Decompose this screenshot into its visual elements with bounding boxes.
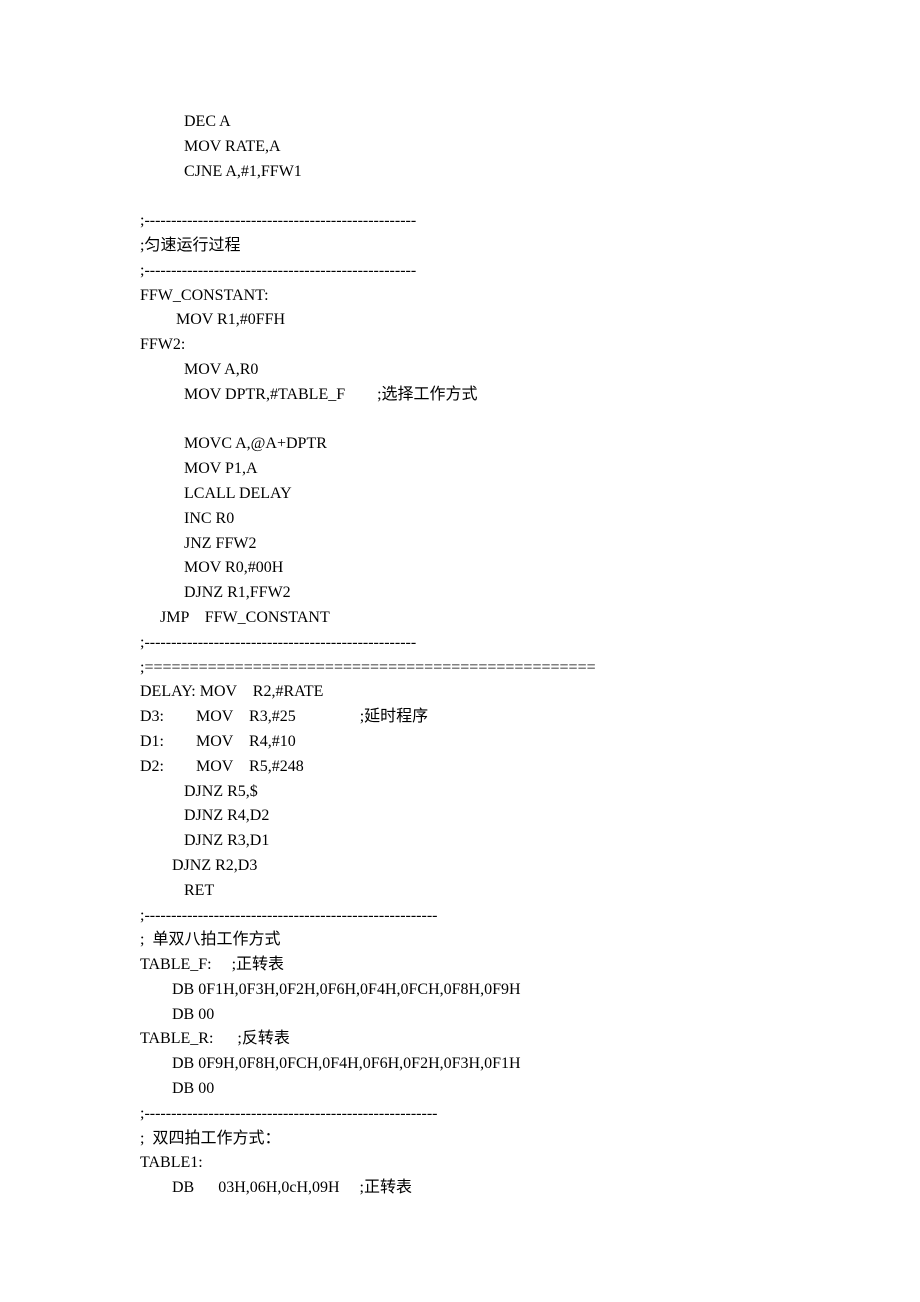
code-line: ;---------------------------------------… — [140, 259, 780, 284]
code-line: DB 03H,06H,0cH,09H ;正转表 — [140, 1176, 780, 1201]
code-line: DJNZ R3,D1 — [140, 829, 780, 854]
code-line: FFW_CONSTANT: — [140, 284, 780, 309]
code-page: DEC A MOV RATE,A CJNE A,#1,FFW1 ;-------… — [0, 0, 920, 1201]
code-line: DEC A — [140, 110, 780, 135]
code-line: DJNZ R2,D3 — [140, 854, 780, 879]
code-line: LCALL DELAY — [140, 482, 780, 507]
code-line: DJNZ R1,FFW2 — [140, 581, 780, 606]
code-line: JMP FFW_CONSTANT — [140, 606, 780, 631]
code-line: ;匀速运行过程 — [140, 234, 780, 259]
code-line: ;---------------------------------------… — [140, 1102, 780, 1127]
code-line: CJNE A,#1,FFW1 — [140, 160, 780, 185]
code-line: ;---------------------------------------… — [140, 631, 780, 656]
code-line: DJNZ R5,$ — [140, 780, 780, 805]
code-line — [140, 408, 780, 433]
code-line: TABLE_F: ;正转表 — [140, 953, 780, 978]
code-line: DELAY: MOV R2,#RATE — [140, 680, 780, 705]
code-line: RET — [140, 879, 780, 904]
code-line: D1: MOV R4,#10 — [140, 730, 780, 755]
code-line: DB 00 — [140, 1077, 780, 1102]
code-line: ; 单双八拍工作方式 — [140, 928, 780, 953]
code-line: MOV A,R0 — [140, 358, 780, 383]
code-line: D3: MOV R3,#25 ;延时程序 — [140, 705, 780, 730]
code-line: MOV RATE,A — [140, 135, 780, 160]
code-line: FFW2: — [140, 333, 780, 358]
code-line: DB 00 — [140, 1003, 780, 1028]
code-line: DB 0F9H,0F8H,0FCH,0F4H,0F6H,0F2H,0F3H,0F… — [140, 1052, 780, 1077]
code-line: INC R0 — [140, 507, 780, 532]
code-line: ; 双四拍工作方式： — [140, 1127, 780, 1152]
code-line: MOVC A,@A+DPTR — [140, 432, 780, 457]
code-line: MOV DPTR,#TABLE_F ;选择工作方式 — [140, 383, 780, 408]
code-line: ;=======================================… — [140, 656, 780, 681]
code-line: JNZ FFW2 — [140, 532, 780, 557]
code-line: D2: MOV R5,#248 — [140, 755, 780, 780]
code-line: DJNZ R4,D2 — [140, 804, 780, 829]
code-line: MOV R0,#00H — [140, 556, 780, 581]
code-line: TABLE1: — [140, 1151, 780, 1176]
code-line: DB 0F1H,0F3H,0F2H,0F6H,0F4H,0FCH,0F8H,0F… — [140, 978, 780, 1003]
code-line: MOV R1,#0FFH — [140, 308, 780, 333]
code-line — [140, 184, 780, 209]
code-line: TABLE_R: ;反转表 — [140, 1027, 780, 1052]
code-line: ;---------------------------------------… — [140, 209, 780, 234]
code-line: MOV P1,A — [140, 457, 780, 482]
code-line: ;---------------------------------------… — [140, 904, 780, 929]
